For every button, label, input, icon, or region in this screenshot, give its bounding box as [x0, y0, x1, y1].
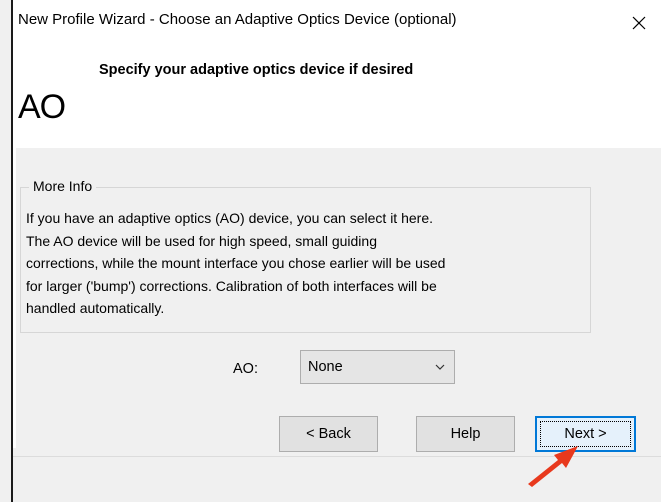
- help-button[interactable]: Help: [416, 416, 515, 452]
- more-info-text: If you have an adaptive optics (AO) devi…: [26, 207, 581, 320]
- more-info-line: If you have an adaptive optics (AO) devi…: [26, 210, 433, 226]
- more-info-line: handled automatically.: [26, 300, 165, 316]
- annotation-arrow-icon: [528, 446, 578, 487]
- back-button[interactable]: < Back: [279, 416, 378, 452]
- more-info-line: The AO device will be used for high spee…: [26, 232, 377, 249]
- more-info-line: corrections, while the mount interface y…: [26, 255, 446, 271]
- help-button-label: Help: [450, 426, 481, 442]
- ao-device-select[interactable]: None: [300, 350, 455, 384]
- page-heading: Specify your adaptive optics device if d…: [99, 62, 414, 78]
- ao-select-value: None: [308, 359, 343, 375]
- more-info-groupbox: More Info If you have an adaptive optics…: [20, 178, 591, 333]
- close-icon: [632, 16, 646, 30]
- more-info-legend: More Info: [29, 178, 97, 194]
- wizard-side-strip: [13, 148, 16, 448]
- window-title: New Profile Wizard - Choose an Adaptive …: [18, 11, 457, 28]
- wizard-header: AO Specify your adaptive optics device i…: [13, 46, 661, 148]
- close-button[interactable]: [617, 0, 661, 46]
- back-button-label: < Back: [306, 426, 351, 442]
- wizard-window: New Profile Wizard - Choose an Adaptive …: [0, 0, 661, 502]
- more-info-line: for larger ('bump') corrections. Calibra…: [26, 277, 437, 294]
- chevron-down-icon: [435, 364, 445, 370]
- ao-logo: AO: [18, 88, 66, 126]
- title-bar: New Profile Wizard - Choose an Adaptive …: [13, 0, 661, 46]
- ao-label: AO:: [233, 361, 258, 377]
